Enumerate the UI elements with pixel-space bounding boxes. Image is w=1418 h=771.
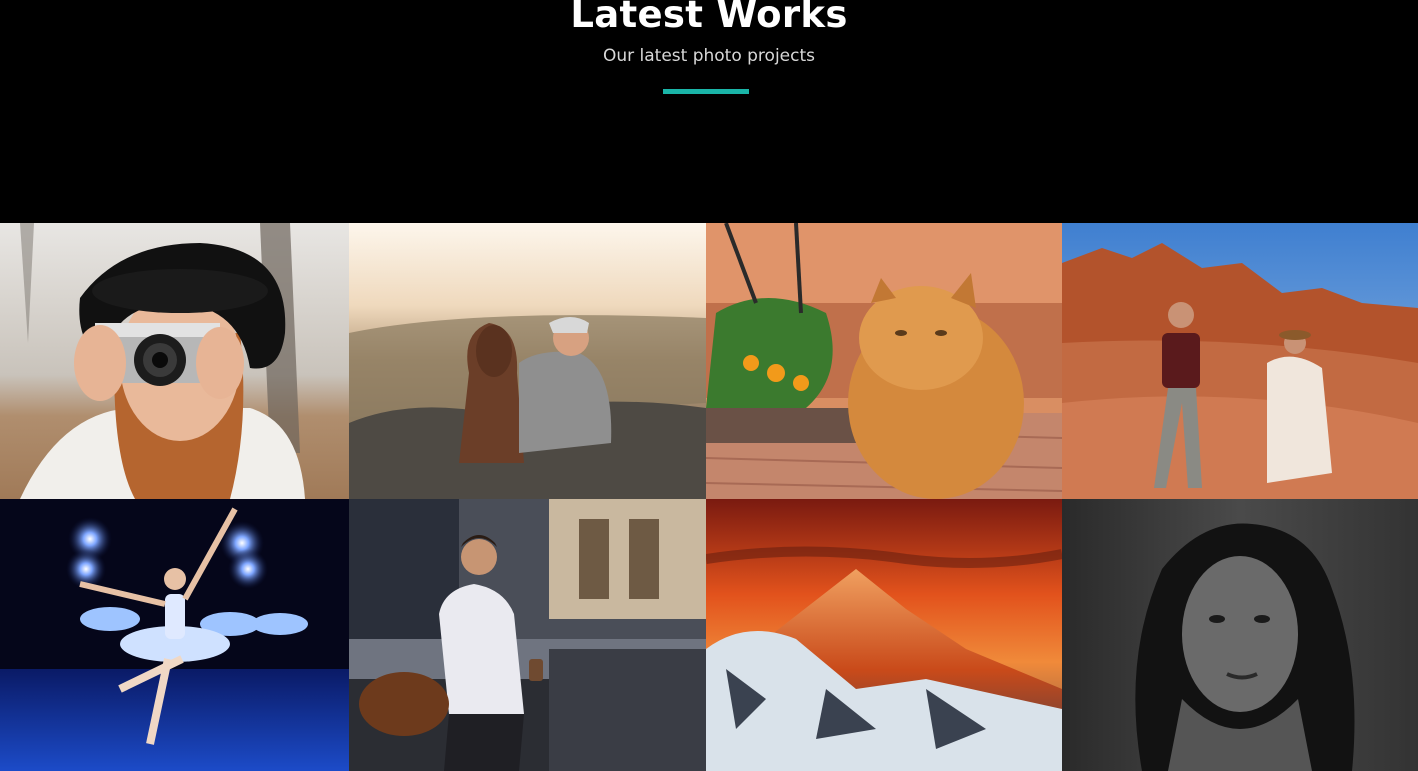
- ballet-dancers-stage-photo: [0, 499, 349, 771]
- section-header: Latest Works Our latest photo projects: [0, 0, 1418, 223]
- mountain-peak-sunset-photo: [706, 499, 1062, 771]
- gallery-item-ballet-dancers[interactable]: [0, 499, 349, 771]
- section-subtitle: Our latest photo projects: [602, 46, 816, 66]
- man-with-leather-bag-photo: [349, 499, 706, 771]
- desert-photographers-photo: [1062, 223, 1418, 499]
- gallery-item-man-with-bag[interactable]: [349, 499, 706, 771]
- woman-with-braids-portrait-photo: [1062, 499, 1418, 771]
- orange-persian-cat-photo: [706, 223, 1062, 499]
- couple-at-sunset-photo: [349, 223, 706, 499]
- gallery-item-orange-cat[interactable]: [706, 223, 1062, 499]
- gallery-item-mountain-peak[interactable]: [706, 499, 1062, 771]
- gallery-item-couple-at-sunset[interactable]: [349, 223, 706, 499]
- gallery-item-woman-with-camera[interactable]: [0, 223, 349, 499]
- portfolio-gallery-grid: [0, 223, 1418, 771]
- title-underline-divider: [663, 89, 749, 94]
- woman-with-camera-photo: [0, 223, 349, 499]
- gallery-item-woman-portrait[interactable]: [1062, 499, 1418, 771]
- gallery-item-desert-photographers[interactable]: [1062, 223, 1418, 499]
- section-title: Latest Works: [570, 0, 848, 36]
